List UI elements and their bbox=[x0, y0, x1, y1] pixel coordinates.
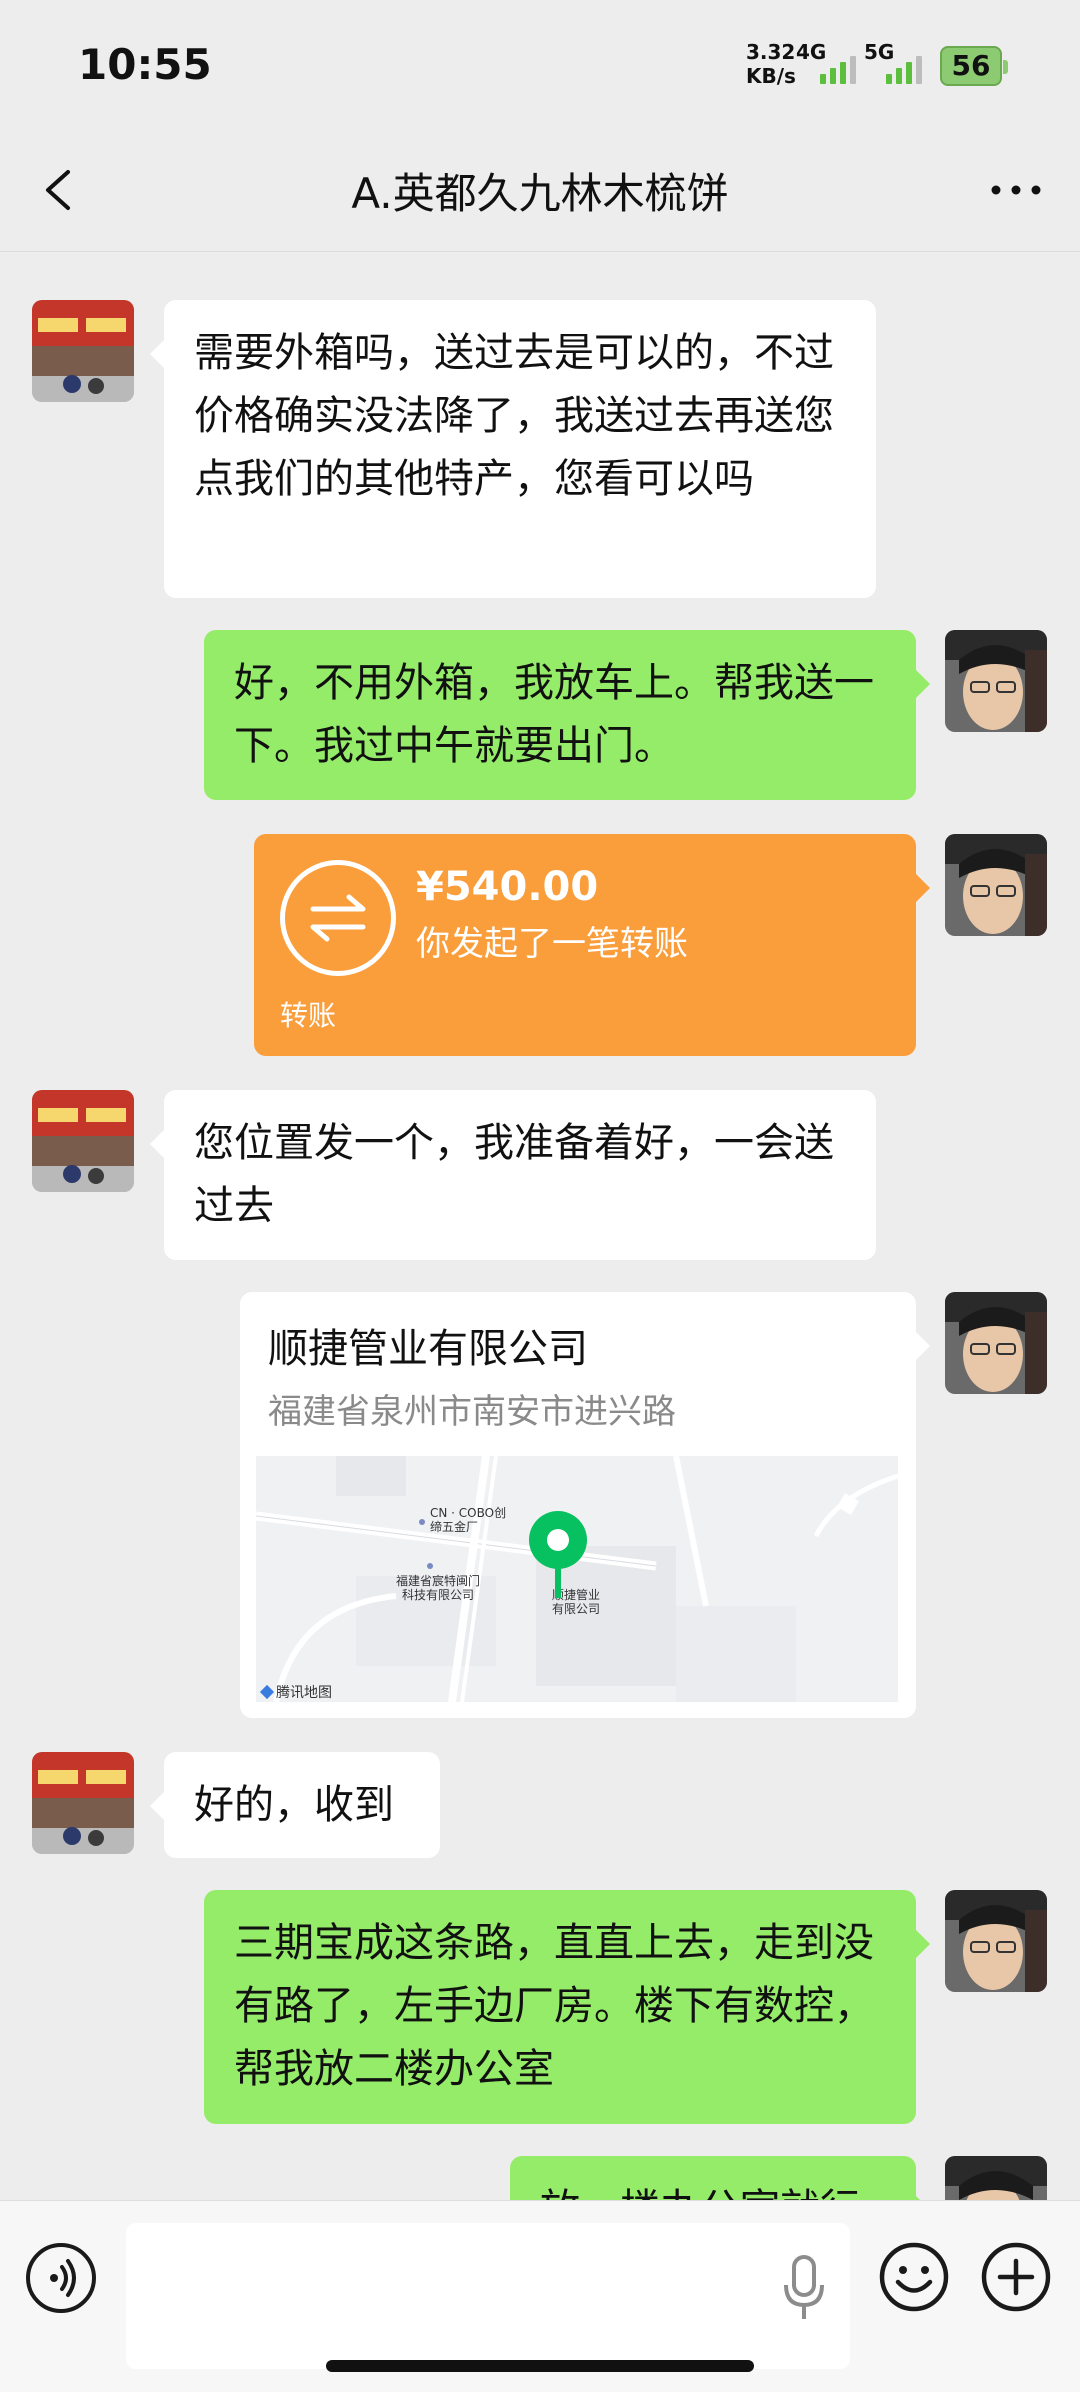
map-attribution: 腾讯地图 bbox=[276, 1685, 332, 1701]
battery-icon: 56 bbox=[940, 46, 1008, 86]
chat-header: A.英都久九林木梳饼 bbox=[0, 130, 1080, 252]
contact-avatar[interactable] bbox=[32, 300, 134, 402]
map-poi-label: CN · COBO创 bbox=[430, 1506, 507, 1520]
user-avatar[interactable] bbox=[945, 1890, 1047, 1992]
map-pin-icon bbox=[526, 1508, 590, 1604]
message-text-input[interactable] bbox=[126, 2223, 850, 2369]
user-avatar[interactable] bbox=[945, 630, 1047, 732]
chat-title: A.英都久九林木梳饼 bbox=[351, 169, 729, 218]
network-speed-value: 3.32 bbox=[746, 40, 796, 64]
signal-strength-icon-2 bbox=[886, 52, 922, 84]
signal-strength-icon bbox=[820, 52, 856, 84]
contact-avatar[interactable] bbox=[32, 1752, 134, 1854]
transfer-arrows-icon bbox=[280, 860, 396, 976]
location-map[interactable]: CN · COBO创 缔五金厂 福建省宸特闽门 科技有限公司 顺捷管业 有限公司… bbox=[256, 1456, 898, 1702]
emoji-icon[interactable] bbox=[878, 2241, 950, 2313]
user-avatar[interactable] bbox=[945, 834, 1047, 936]
transfer-label: 转账 bbox=[280, 999, 337, 1032]
plus-icon[interactable] bbox=[980, 2241, 1052, 2313]
user-avatar[interactable] bbox=[945, 1292, 1047, 1394]
location-address: 福建省泉州市南安市进兴路 bbox=[268, 1392, 676, 1432]
message-bubble-incoming[interactable]: 需要外箱吗，送过去是可以的，不过价格确实没法降了，我送过去再送您点我们的其他特产… bbox=[150, 300, 876, 598]
message-bubble-incoming[interactable]: 您位置发一个，我准备着好，一会送过去 bbox=[150, 1090, 876, 1260]
map-poi-label: 福建省宸特闽门 bbox=[396, 1574, 481, 1588]
tencent-map-logo-icon bbox=[259, 1684, 275, 1700]
message-bubble-outgoing[interactable]: 三期宝成这条路，直直上去，走到没有路了，左手边厂房。楼下有数控，帮我放二楼办公室 bbox=[204, 1890, 930, 2124]
network-speed: 3.32 KB/s bbox=[746, 40, 796, 88]
map-poi-label: 缔五金厂 bbox=[430, 1520, 479, 1534]
home-indicator[interactable] bbox=[326, 2360, 754, 2372]
transfer-amount: ¥540.00 bbox=[416, 864, 599, 910]
network-speed-unit: KB/s bbox=[746, 64, 796, 88]
transfer-description: 你发起了一笔转账 bbox=[416, 924, 688, 964]
location-name: 顺捷管业有限公司 bbox=[268, 1326, 588, 1372]
location-card[interactable]: 顺捷管业有限公司 福建省泉州市南安市进兴路 CN · COBO创 缔五金厂 福建… bbox=[240, 1292, 930, 1718]
microphone-icon[interactable] bbox=[780, 2253, 828, 2323]
transfer-card[interactable]: ¥540.00 你发起了一笔转账 转账 bbox=[254, 834, 930, 1056]
map-poi-label: 有限公司 bbox=[552, 1602, 601, 1616]
more-dots-icon[interactable] bbox=[986, 160, 1046, 220]
contact-avatar[interactable] bbox=[32, 1090, 134, 1192]
voice-input-icon[interactable] bbox=[26, 2243, 96, 2313]
message-bubble-outgoing[interactable]: 好，不用外箱，我放车上。帮我送一下。我过中午就要出门。 bbox=[204, 630, 930, 800]
map-poi-label: 科技有限公司 bbox=[402, 1588, 475, 1602]
message-bubble-incoming[interactable]: 好的，收到 bbox=[150, 1752, 440, 1858]
status-bar: 10:55 3.32 KB/s 4G 5G 56 bbox=[0, 0, 1080, 130]
status-time: 10:55 bbox=[78, 40, 212, 89]
